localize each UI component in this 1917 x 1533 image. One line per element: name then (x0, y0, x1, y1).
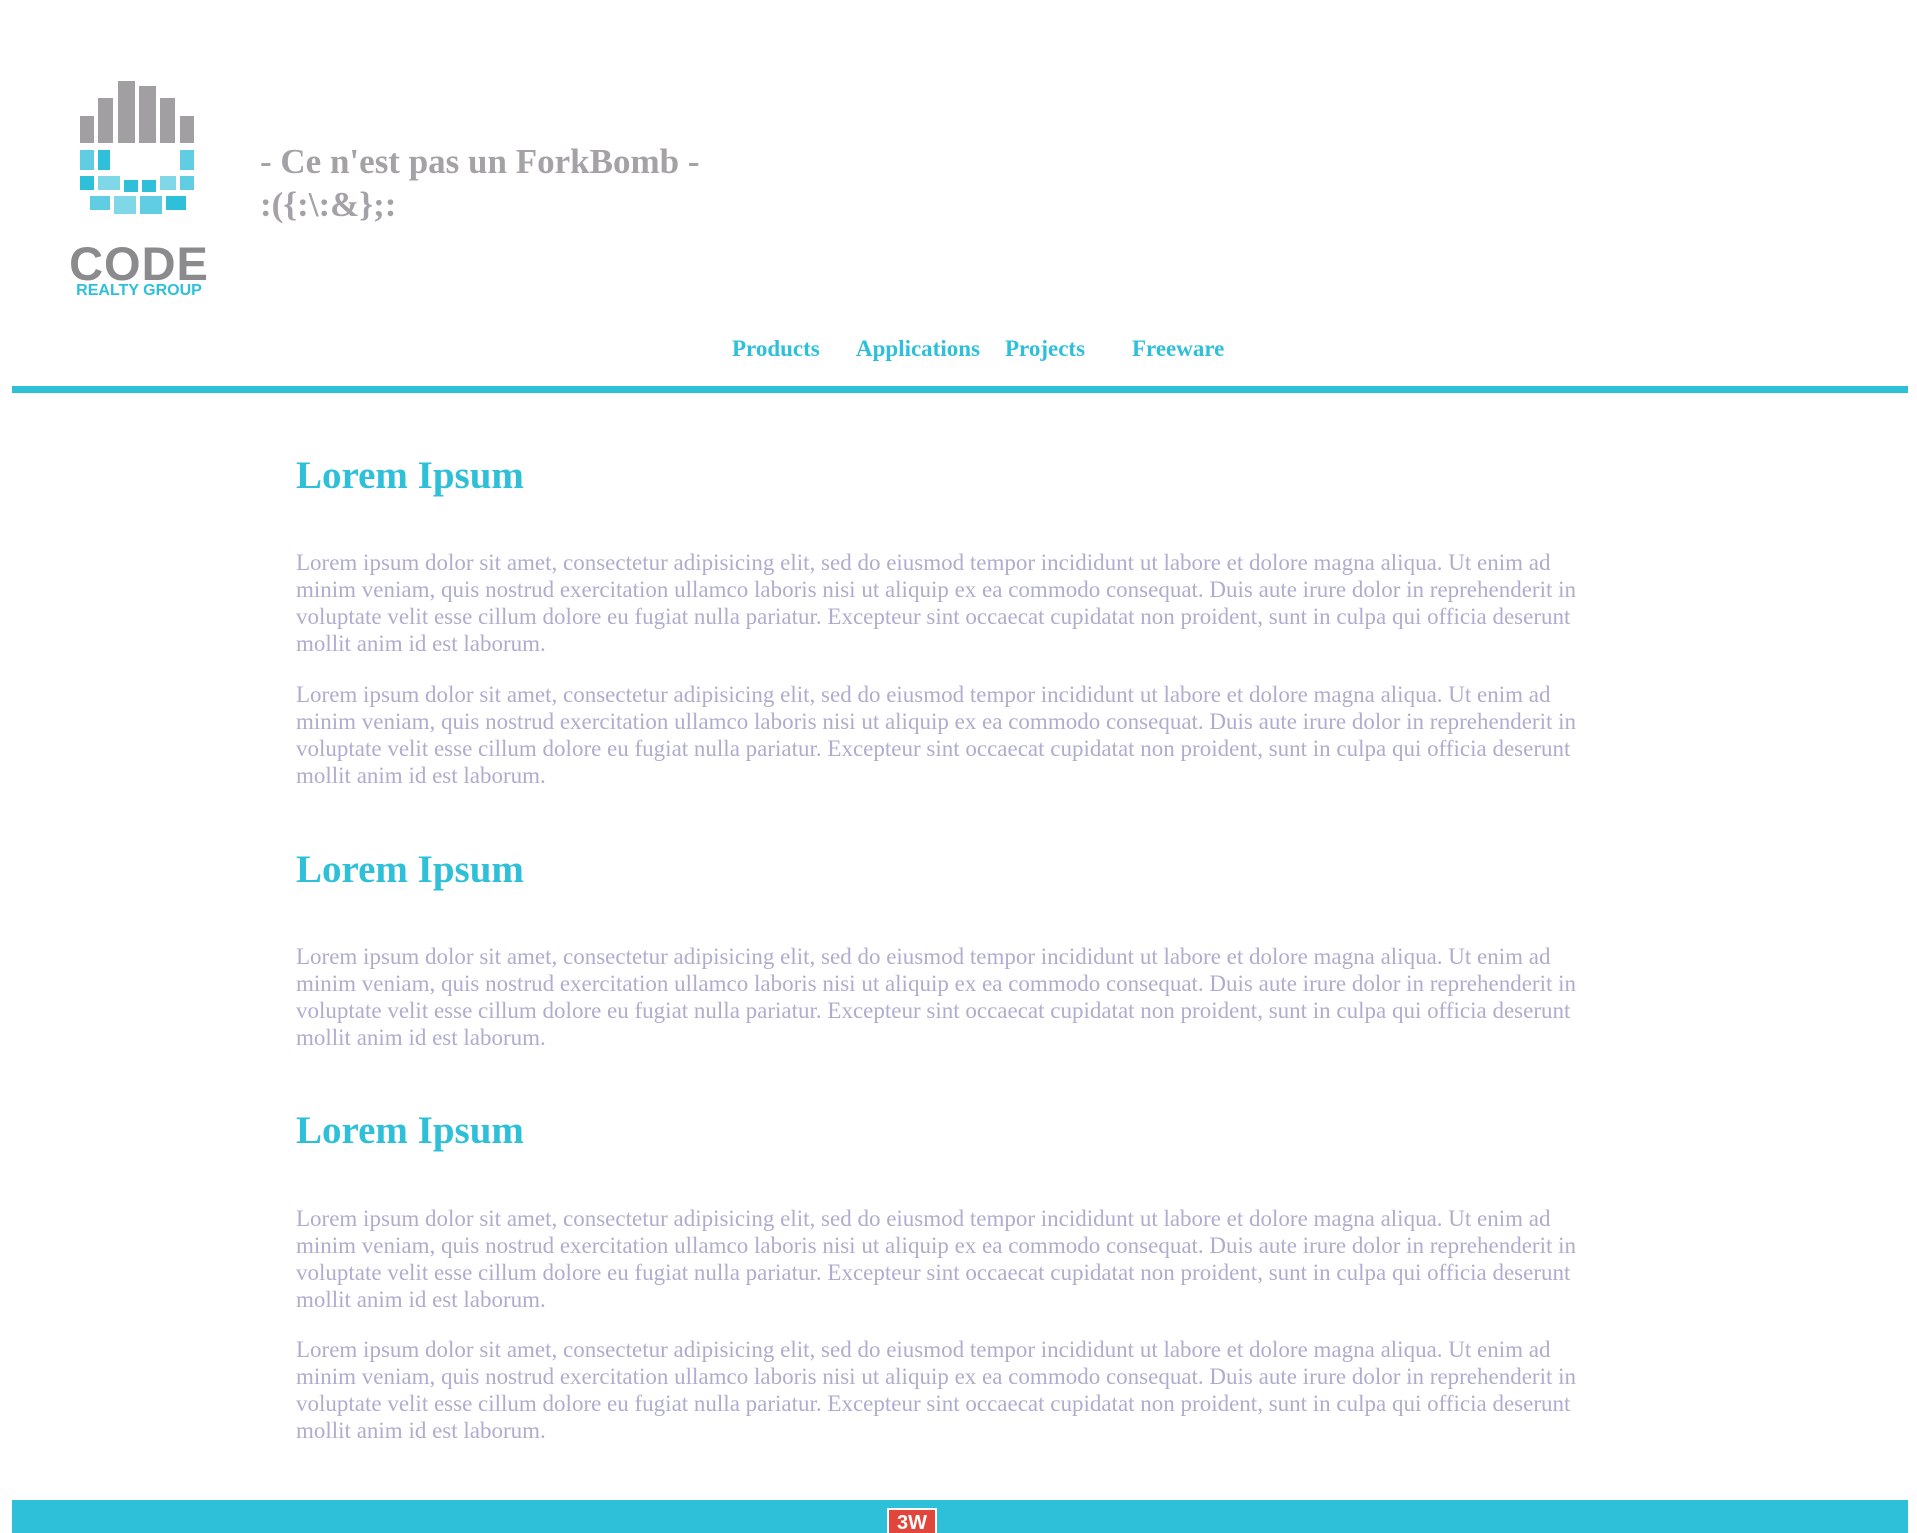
main-nav: Products Applications Projects Freeware (0, 336, 1917, 368)
site-tagline: - Ce n'est pas un ForkBomb - :({:\:&};: (260, 140, 699, 226)
section-paragraph: Lorem ipsum dolor sit amet, consectetur … (296, 682, 1577, 788)
section-paragraph: Lorem ipsum dolor sit amet, consectetur … (296, 1206, 1577, 1312)
nav-item-applications[interactable]: Applications (856, 336, 980, 362)
section-paragraph: Lorem ipsum dolor sit amet, consectetur … (296, 1337, 1577, 1443)
section-title: Lorem Ipsum (296, 454, 524, 497)
logo-mark-icon (80, 81, 194, 214)
w3-badge-icon[interactable]: 3W (887, 1508, 937, 1533)
nav-item-freeware[interactable]: Freeware (1132, 336, 1224, 362)
page: CODE REALTY GROUP - Ce n'est pas un Fork… (0, 0, 1917, 1533)
nav-item-projects[interactable]: Projects (1005, 336, 1085, 362)
code-realty-group-logo[interactable]: CODE REALTY GROUP (68, 78, 210, 308)
site-footer: 3W (12, 1500, 1908, 1533)
nav-item-products[interactable]: Products (732, 336, 820, 362)
section-title: Lorem Ipsum (296, 1109, 524, 1152)
section-title: Lorem Ipsum (296, 848, 524, 891)
tagline-line-2: :({:\:&};: (260, 185, 397, 224)
logo-wordmark: CODE (69, 237, 209, 290)
nav-divider (12, 386, 1908, 393)
section-paragraph: Lorem ipsum dolor sit amet, consectetur … (296, 550, 1577, 656)
section-paragraph: Lorem ipsum dolor sit amet, consectetur … (296, 944, 1577, 1050)
tagline-line-1: - Ce n'est pas un ForkBomb - (260, 142, 700, 181)
logo-subtitle: REALTY GROUP (76, 282, 202, 299)
